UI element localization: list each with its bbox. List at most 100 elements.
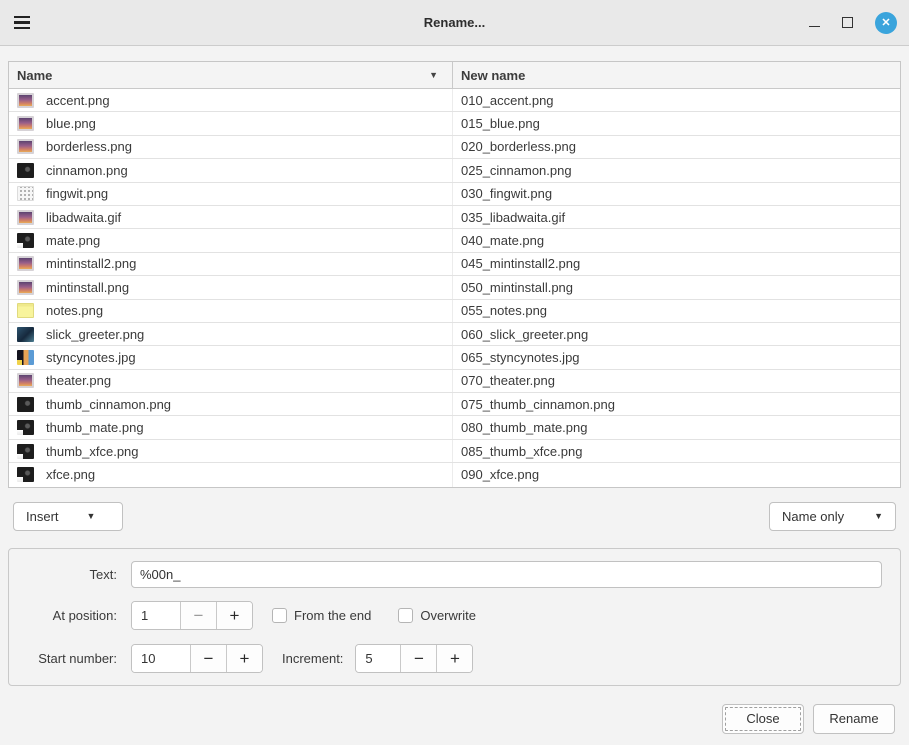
cell-new-name: 075_thumb_cinnamon.png: [453, 393, 900, 415]
table-row[interactable]: notes.png 055_notes.png: [9, 300, 900, 323]
text-label: Text:: [17, 567, 117, 582]
at-position-minus-button[interactable]: −: [180, 602, 216, 629]
cell-new-name: 015_blue.png: [453, 112, 900, 134]
text-input[interactable]: [131, 561, 882, 588]
file-thumbnail-icon: [17, 210, 34, 225]
old-name-text: mate.png: [46, 233, 100, 248]
cell-old-name: libadwaita.gif: [9, 206, 453, 228]
column-header-new-name-label: New name: [461, 68, 525, 83]
options-panel: Text: At position: − + From the end Over…: [8, 548, 901, 686]
new-name-text: 035_libadwaita.gif: [461, 210, 565, 225]
table-row[interactable]: mintinstall.png 050_mintinstall.png: [9, 276, 900, 299]
old-name-text: styncynotes.jpg: [46, 350, 136, 365]
new-name-text: 040_mate.png: [461, 233, 544, 248]
new-name-text: 045_mintinstall2.png: [461, 256, 580, 271]
cell-old-name: theater.png: [9, 370, 453, 392]
table-row[interactable]: thumb_mate.png 080_thumb_mate.png: [9, 416, 900, 439]
dropdown-row: Insert ▼ Name only ▼: [13, 502, 896, 531]
table-header: Name ▼ New name: [9, 62, 900, 89]
file-thumbnail-icon: [17, 420, 34, 435]
column-header-name-label: Name: [17, 68, 52, 83]
new-name-text: 020_borderless.png: [461, 139, 576, 154]
file-thumbnail-icon: [17, 280, 34, 295]
overwrite-checkbox-group[interactable]: Overwrite: [398, 608, 476, 623]
chevron-down-icon: ▼: [87, 511, 96, 521]
from-end-checkbox-group[interactable]: From the end: [272, 608, 371, 623]
maximize-icon[interactable]: [842, 17, 853, 28]
column-header-new-name[interactable]: New name: [453, 62, 900, 88]
titlebar: Rename... ✕: [0, 0, 909, 46]
from-end-label: From the end: [294, 608, 371, 623]
table-row[interactable]: theater.png 070_theater.png: [9, 370, 900, 393]
column-header-name[interactable]: Name ▼: [9, 62, 453, 88]
old-name-text: thumb_xfce.png: [46, 444, 139, 459]
old-name-text: accent.png: [46, 93, 110, 108]
increment-label: Increment:: [282, 651, 343, 666]
cell-old-name: fingwit.png: [9, 183, 453, 205]
insert-dropdown[interactable]: Insert ▼: [13, 502, 123, 531]
table-row[interactable]: slick_greeter.png 060_slick_greeter.png: [9, 323, 900, 346]
cell-old-name: thumb_mate.png: [9, 416, 453, 438]
hamburger-menu-icon[interactable]: [12, 8, 42, 38]
cell-new-name: 030_fingwit.png: [453, 183, 900, 205]
cell-new-name: 060_slick_greeter.png: [453, 323, 900, 345]
new-name-text: 070_theater.png: [461, 373, 555, 388]
text-row: Text:: [17, 561, 882, 588]
table-row[interactable]: xfce.png 090_xfce.png: [9, 463, 900, 486]
cell-new-name: 065_styncynotes.jpg: [453, 346, 900, 368]
overwrite-label: Overwrite: [420, 608, 476, 623]
table-row[interactable]: accent.png 010_accent.png: [9, 89, 900, 112]
table-row[interactable]: thumb_xfce.png 085_thumb_xfce.png: [9, 440, 900, 463]
file-thumbnail-icon: [17, 467, 34, 482]
start-number-input[interactable]: [132, 645, 190, 672]
old-name-text: theater.png: [46, 373, 111, 388]
file-thumbnail-icon: [17, 163, 34, 178]
table-row[interactable]: fingwit.png 030_fingwit.png: [9, 183, 900, 206]
rename-table: Name ▼ New name accent.png 010_accent.pn…: [8, 61, 901, 488]
cell-new-name: 070_theater.png: [453, 370, 900, 392]
increment-plus-button[interactable]: +: [436, 645, 472, 672]
window-controls: ✕: [809, 12, 897, 34]
old-name-text: thumb_mate.png: [46, 420, 144, 435]
old-name-text: notes.png: [46, 303, 103, 318]
table-row[interactable]: mintinstall2.png 045_mintinstall2.png: [9, 253, 900, 276]
start-number-label: Start number:: [17, 651, 117, 666]
new-name-text: 085_thumb_xfce.png: [461, 444, 582, 459]
table-row[interactable]: mate.png 040_mate.png: [9, 229, 900, 252]
cell-new-name: 055_notes.png: [453, 300, 900, 322]
table-row[interactable]: styncynotes.jpg 065_styncynotes.jpg: [9, 346, 900, 369]
cell-old-name: thumb_cinnamon.png: [9, 393, 453, 415]
file-thumbnail-icon: [17, 186, 34, 201]
cell-old-name: xfce.png: [9, 463, 453, 486]
table-row[interactable]: thumb_cinnamon.png 075_thumb_cinnamon.pn…: [9, 393, 900, 416]
cell-old-name: accent.png: [9, 89, 453, 111]
increment-input[interactable]: [356, 645, 400, 672]
table-row[interactable]: libadwaita.gif 035_libadwaita.gif: [9, 206, 900, 229]
scope-dropdown[interactable]: Name only ▼: [769, 502, 896, 531]
overwrite-checkbox[interactable]: [398, 608, 413, 623]
increment-minus-button[interactable]: −: [400, 645, 436, 672]
old-name-text: cinnamon.png: [46, 163, 128, 178]
from-end-checkbox[interactable]: [272, 608, 287, 623]
sort-descending-icon: ▼: [429, 70, 438, 80]
table-row[interactable]: borderless.png 020_borderless.png: [9, 136, 900, 159]
table-row[interactable]: blue.png 015_blue.png: [9, 112, 900, 135]
file-thumbnail-icon: [17, 373, 34, 388]
increment-spinner: − +: [355, 644, 473, 673]
cell-old-name: slick_greeter.png: [9, 323, 453, 345]
cell-new-name: 025_cinnamon.png: [453, 159, 900, 181]
file-thumbnail-icon: [17, 327, 34, 342]
cell-old-name: blue.png: [9, 112, 453, 134]
close-icon[interactable]: ✕: [875, 12, 897, 34]
start-number-plus-button[interactable]: +: [226, 645, 262, 672]
minimize-icon[interactable]: [809, 17, 820, 28]
start-number-minus-button[interactable]: −: [190, 645, 226, 672]
rename-button[interactable]: Rename: [813, 704, 895, 734]
cell-new-name: 090_xfce.png: [453, 463, 900, 486]
at-position-input[interactable]: [132, 602, 180, 629]
close-button[interactable]: Close: [722, 704, 804, 734]
new-name-text: 025_cinnamon.png: [461, 163, 572, 178]
table-row[interactable]: cinnamon.png 025_cinnamon.png: [9, 159, 900, 182]
file-thumbnail-icon: [17, 256, 34, 271]
at-position-plus-button[interactable]: +: [216, 602, 252, 629]
